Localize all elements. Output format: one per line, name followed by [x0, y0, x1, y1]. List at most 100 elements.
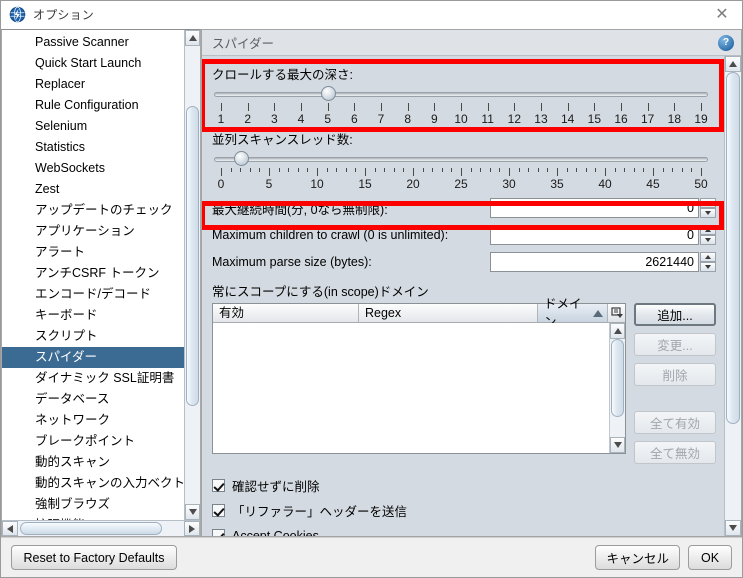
checkbox-row-2[interactable]: Accept Cookies: [212, 525, 716, 536]
sidebar-item-label: 動的スキャン: [35, 455, 111, 469]
tick-mark: [403, 168, 405, 172]
threads-slider-track[interactable]: [214, 157, 708, 162]
table-scroll-thumb[interactable]: [611, 339, 624, 417]
sidebar-scroll-right-button[interactable]: [184, 521, 200, 536]
sidebar-item-5[interactable]: Statistics: [2, 137, 184, 158]
ok-button[interactable]: OK: [688, 545, 732, 570]
table-vertical-scrollbar[interactable]: [609, 323, 625, 453]
max-depth-slider-thumb[interactable]: [320, 86, 336, 101]
sidebar-item-7[interactable]: Zest: [2, 179, 184, 200]
table-header-row: 有効 Regex ドメイン: [213, 297, 625, 329]
scope-domains-table[interactable]: 有効 Regex ドメイン: [212, 297, 626, 454]
spinner-increment-button[interactable]: [700, 225, 716, 235]
cancel-button[interactable]: キャンセル: [595, 545, 680, 570]
sidebar-item-label: Passive Scanner: [35, 35, 129, 49]
options-tree[interactable]: Passive Scanner Quick Start Launch Replace…: [2, 30, 184, 520]
panel-scroll-track[interactable]: [725, 72, 741, 520]
sidebar-item-16[interactable]: ダイナミック SSL証明書: [2, 368, 184, 389]
table-body: [213, 323, 625, 453]
sidebar-item-1[interactable]: Quick Start Launch: [2, 53, 184, 74]
panel-scroll-thumb[interactable]: [726, 72, 740, 424]
column-chooser-icon[interactable]: [608, 304, 625, 323]
spinner-decrement-button[interactable]: [700, 208, 716, 218]
max-depth-slider-track[interactable]: [214, 92, 708, 97]
sidebar-item-22[interactable]: 強制ブラウズ: [2, 494, 184, 515]
table-column-header-0[interactable]: 有効: [213, 304, 359, 323]
tick-label: 18: [667, 112, 682, 126]
panel-vertical-scrollbar[interactable]: [724, 56, 741, 536]
panel-scroll-down-button[interactable]: [725, 520, 741, 536]
sidebar-item-4[interactable]: Selenium: [2, 116, 184, 137]
spinner-increment-button[interactable]: [700, 252, 716, 262]
sidebar-item-13[interactable]: キーボード: [2, 305, 184, 326]
sidebar-item-17[interactable]: データベース: [2, 389, 184, 410]
sidebar-item-label: データベース: [35, 392, 110, 406]
sidebar-hscroll-thumb[interactable]: [20, 522, 162, 535]
arrow-up-icon: [705, 201, 711, 205]
table-column-header-2[interactable]: ドメイン: [538, 297, 608, 329]
sidebar-hscroll-track[interactable]: [18, 521, 184, 536]
tick-mark: [576, 168, 578, 172]
table-rows-container[interactable]: [213, 323, 609, 453]
sidebar-horizontal-scrollbar[interactable]: [2, 520, 200, 536]
sidebar-item-label: 強制ブラウズ: [35, 497, 111, 511]
spinner-input[interactable]: 0: [490, 198, 699, 218]
sidebar-scroll-up-button[interactable]: [185, 30, 200, 46]
sidebar-vertical-scrollbar[interactable]: [184, 30, 200, 520]
tick-mark: [605, 168, 606, 176]
checkbox-row-0[interactable]: 確認せずに削除: [212, 475, 716, 496]
sidebar-scroll-thumb[interactable]: [186, 106, 199, 406]
tick-label: 11: [481, 112, 494, 126]
tick-mark: [674, 103, 676, 111]
sidebar-item-12[interactable]: エンコード/デコード: [2, 284, 184, 305]
threads-slider-tick-labels: 0 5 10 15 20 25 30 35 40 45 50: [214, 177, 708, 192]
threads-slider-thumb[interactable]: [233, 151, 249, 166]
reset-to-factory-defaults-button[interactable]: Reset to Factory Defaults: [11, 545, 177, 570]
scope-button-0[interactable]: 追加...: [634, 303, 716, 326]
sidebar-scroll-track[interactable]: [185, 46, 200, 504]
sidebar-item-18[interactable]: ネットワーク: [2, 410, 184, 431]
sidebar-item-8[interactable]: アップデートのチェック: [2, 200, 184, 221]
table-scroll-down-button[interactable]: [610, 437, 625, 453]
spinner-input[interactable]: 0: [490, 225, 699, 245]
tick-label: 10: [454, 112, 468, 126]
sidebar-item-11[interactable]: アンチCSRF トークン: [2, 263, 184, 284]
panel-scroll-up-button[interactable]: [725, 56, 741, 72]
checkbox-0[interactable]: [212, 479, 225, 492]
sidebar-item-10[interactable]: アラート: [2, 242, 184, 263]
sidebar-item-0[interactable]: Passive Scanner: [2, 32, 184, 53]
checkbox-row-1[interactable]: 「リファラー」ヘッダーを送信: [212, 500, 716, 521]
sidebar-item-14[interactable]: スクリプト: [2, 326, 184, 347]
table-scroll-up-button[interactable]: [610, 323, 625, 339]
sidebar-item-21[interactable]: 動的スキャンの入力ベクトル: [2, 473, 184, 494]
close-icon[interactable]: ✕: [708, 3, 736, 27]
scope-button-3: 全て有効: [634, 411, 716, 434]
checkbox-1[interactable]: [212, 504, 225, 517]
table-column-header-1[interactable]: Regex: [359, 304, 538, 323]
threads-slider-ticks: [214, 168, 708, 177]
tick-mark: [662, 168, 664, 172]
sidebar-item-19[interactable]: ブレークポイント: [2, 431, 184, 452]
sidebar-item-9[interactable]: アプリケーション: [2, 221, 184, 242]
sidebar-item-15[interactable]: スパイダー: [2, 347, 184, 368]
spinner-input[interactable]: 2621440: [490, 252, 699, 272]
tick-mark: [365, 168, 366, 176]
max-depth-slider[interactable]: [214, 86, 708, 102]
sidebar-item-6[interactable]: WebSockets: [2, 158, 184, 179]
arrow-down-icon: [705, 238, 711, 242]
sidebar-scroll-left-button[interactable]: [2, 521, 18, 536]
panel-title: スパイダー: [212, 37, 275, 51]
threads-slider[interactable]: [214, 151, 708, 167]
spinner-decrement-button[interactable]: [700, 235, 716, 245]
help-question-icon[interactable]: ?: [718, 34, 734, 51]
sidebar-scroll-down-button[interactable]: [185, 504, 200, 520]
table-scroll-track[interactable]: [610, 339, 625, 437]
tick-mark: [681, 168, 683, 172]
spinner-decrement-button[interactable]: [700, 262, 716, 272]
sidebar-item-2[interactable]: Replacer: [2, 74, 184, 95]
sidebar-item-20[interactable]: 動的スキャン: [2, 452, 184, 473]
spinner-increment-button[interactable]: [700, 198, 716, 208]
checkbox-2[interactable]: [212, 529, 225, 536]
sidebar-item-3[interactable]: Rule Configuration: [2, 95, 184, 116]
sidebar-item-label: ダイナミック SSL証明書: [35, 371, 175, 385]
